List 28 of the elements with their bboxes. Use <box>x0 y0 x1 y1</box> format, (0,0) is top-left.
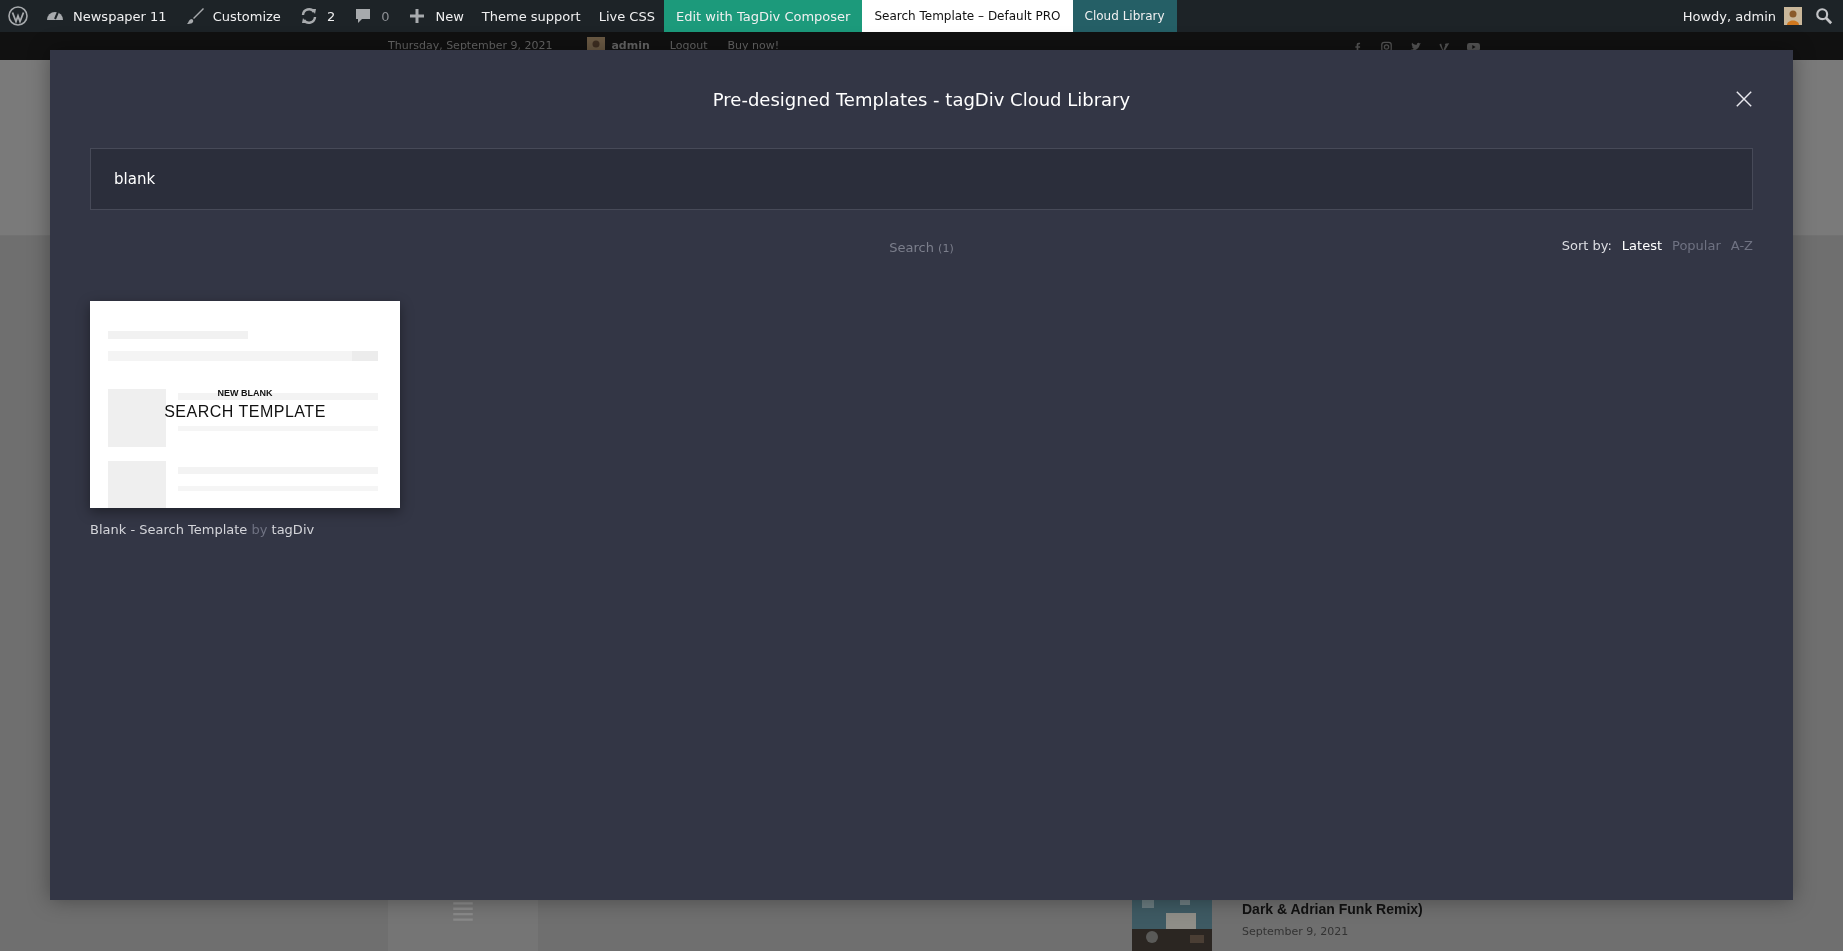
new-link[interactable]: New <box>398 0 473 32</box>
template-heading: SEARCH TEMPLATE <box>164 403 326 421</box>
vimeo-icon[interactable] <box>1438 41 1452 53</box>
post-date: September 9, 2021 <box>1242 925 1350 938</box>
search-field[interactable]: blank <box>90 148 1753 210</box>
avatar-icon <box>1784 7 1802 25</box>
toolbar-link[interactable]: Cloud Library <box>1072 0 1177 32</box>
modal-title: Pre-designed Templates - tagDiv Cloud Library <box>712 88 1131 110</box>
instagram-icon[interactable] <box>1380 41 1394 53</box>
template-caption[interactable]: Blank - Search Template by tagDiv <box>90 522 400 537</box>
template-kicker: NEW BLANK <box>217 388 273 398</box>
sort-label: Sort by: <box>1561 238 1612 253</box>
close-icon[interactable] <box>1735 90 1753 108</box>
wordpress-logo-icon[interactable] <box>8 6 28 26</box>
brush-icon <box>184 6 205 26</box>
toolbar-link[interactable]: Search Template – Default PRO <box>862 0 1073 32</box>
toolbar-link[interactable]: Theme support <box>472 0 590 32</box>
bird-icon[interactable] <box>1409 41 1423 53</box>
toolbar-link[interactable]: Live CSS <box>589 0 664 32</box>
date-text: Thursday, September 9, 2021 <box>388 38 553 52</box>
search-icon[interactable] <box>1815 7 1833 25</box>
comments-link[interactable]: 0 <box>344 0 399 32</box>
sort-option[interactable]: Latest <box>1621 238 1663 253</box>
account-link[interactable]: Howdy, admin <box>1673 0 1811 32</box>
updates-link[interactable]: 2 <box>289 0 345 32</box>
customize-link[interactable]: Customize <box>175 0 290 32</box>
site-link[interactable]: Newspaper 11 <box>36 0 176 32</box>
template-thumbnail[interactable]: NEW BLANK SEARCH TEMPLATE <box>90 301 400 508</box>
